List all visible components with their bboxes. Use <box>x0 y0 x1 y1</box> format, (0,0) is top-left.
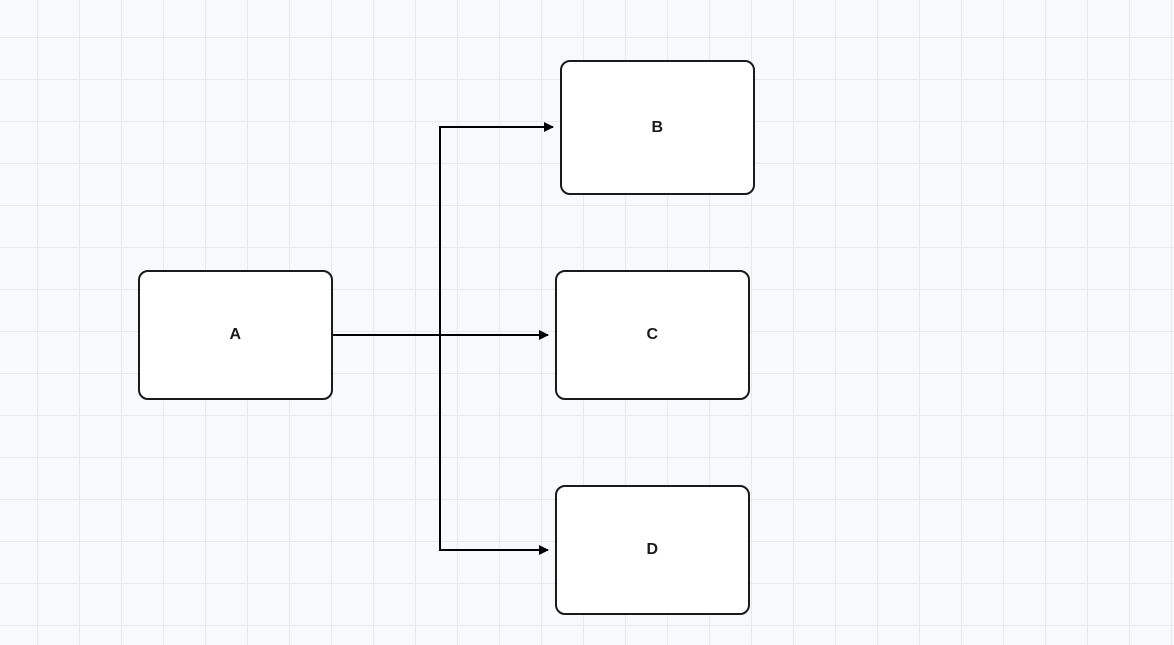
node-c-label: C <box>646 326 658 344</box>
diagram-canvas[interactable]: A B C D <box>0 0 1174 645</box>
node-c[interactable]: C <box>555 270 750 400</box>
node-a[interactable]: A <box>138 270 333 400</box>
node-a-label: A <box>229 326 241 344</box>
node-b-label: B <box>651 119 663 137</box>
node-b[interactable]: B <box>560 60 755 195</box>
edge-a-to-d <box>333 335 548 550</box>
edge-a-to-b <box>333 127 553 335</box>
node-d-label: D <box>646 541 658 559</box>
node-d[interactable]: D <box>555 485 750 615</box>
